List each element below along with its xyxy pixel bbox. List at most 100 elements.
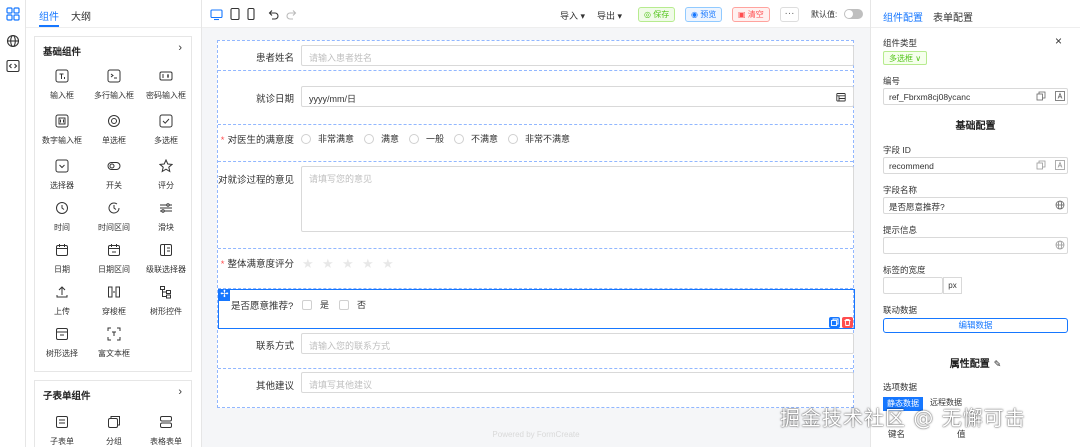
field-row-visit-date[interactable]: 就诊日期 yyyy/mm/日 [218,71,854,125]
more-button[interactable]: ··· [780,7,799,22]
field-label: 患者姓名 [255,53,294,64]
redo-icon[interactable] [286,7,298,21]
field-label: 联系方式 [255,341,294,352]
satisfaction-option[interactable]: 一般 [409,132,444,145]
rating-star[interactable]: ★ [342,256,354,272]
field-row-opinion[interactable]: 对就诊过程的意见 请填写您的意见 [218,162,854,249]
satisfaction-option[interactable]: 满意 [364,132,399,145]
field-row-satisfaction[interactable]: * 对医生的满意度 非常满意 满意 一般 不满意 非常不满意 [218,125,853,162]
undo-icon[interactable] [267,7,279,21]
components-grid-icon[interactable] [6,7,20,21]
rating-star[interactable]: ★ [382,256,394,272]
import-menu[interactable]: 导入 ▾ [560,9,585,22]
password-icon [159,71,173,81]
preview-icon: ◉ [691,10,701,19]
rating-star[interactable]: ★ [362,256,374,272]
field-row-contact[interactable]: 联系方式 请输入您的联系方式 [218,329,854,369]
component-cascader[interactable]: 级联选择器 [140,243,192,283]
globe-icon[interactable] [1055,200,1065,210]
recommend-option[interactable]: 否 [339,298,366,311]
tab-form-config[interactable]: 表单配置 [933,9,973,24]
calendar-icon[interactable] [836,92,846,102]
component-checkbox[interactable]: 多选框 [140,114,192,154]
font-icon[interactable] [1055,160,1065,170]
component-editor[interactable]: 富文本框 [88,327,140,367]
font-icon[interactable] [1055,91,1065,101]
component-type-tag[interactable]: 多选框 ∨ [883,51,928,65]
suggestion-input[interactable]: 请填写其他建议 [301,372,854,393]
copy-icon[interactable] [1036,160,1046,170]
drag-handle-icon[interactable]: ✢ [219,290,230,301]
powered-by-text: Powered by FormCreate [492,430,580,439]
component-group[interactable]: 分组 [88,415,140,447]
field-row-suggestion[interactable]: 其他建议 请填写其他建议 [218,369,854,408]
component-input[interactable]: 输入框 [36,69,88,109]
component-subform[interactable]: 子表单 [36,415,88,447]
satisfaction-option[interactable]: 不满意 [454,132,498,145]
chevron-right-icon[interactable]: › [178,42,182,54]
component-time[interactable]: 时间 [36,201,88,241]
code-icon[interactable] [6,59,20,73]
copy-icon[interactable] [1036,91,1046,101]
component-select[interactable]: 选择器 [36,159,88,199]
component-table-form[interactable]: 表格表单 [140,415,192,447]
copy-icon[interactable] [829,317,840,328]
config-panel: 组件配置 表单配置 组件类型 × 多选框 ∨ 编号 ref_Fbrxm8cj08… [870,0,1080,447]
component-radio[interactable]: 单选框 [88,114,140,154]
desktop-view-icon[interactable] [210,7,223,21]
export-menu[interactable]: 导出 ▾ [597,9,622,22]
delete-icon[interactable] [842,317,853,328]
component-textarea[interactable]: 多行输入框 [88,69,140,109]
hint-label: 提示信息 [883,225,918,235]
component-transfer[interactable]: 穿梭框 [88,285,140,325]
tab-outline[interactable]: 大纲 [71,8,91,23]
field-row-rating[interactable]: * 整体满意度评分 ★ ★ ★ ★ ★ [218,249,853,289]
rating-star[interactable]: ★ [322,256,334,272]
tablet-view-icon[interactable] [229,7,241,21]
field-row-recommend-selected[interactable]: ✢ 是否愿意推荐? 是 否 [218,289,855,329]
component-date-range[interactable]: 日期区间 [88,243,140,283]
save-button[interactable]: ◎ 保存 [638,7,676,22]
close-icon[interactable]: × [1055,34,1062,48]
tab-components[interactable]: 组件 [39,8,59,23]
tree-icon [160,286,171,299]
patient-name-input[interactable]: 请输入患者姓名 [301,45,854,66]
default-value-toggle[interactable] [844,9,863,19]
satisfaction-option[interactable]: 非常不满意 [508,132,570,145]
component-upload[interactable]: 上传 [36,285,88,325]
table-form-icon [160,416,172,428]
preview-button[interactable]: ◉ 预览 [685,7,723,22]
component-number[interactable]: 数字输入框 [36,114,88,154]
field-name-input[interactable]: 是否愿意推荐? [883,197,1068,214]
globe-icon[interactable] [1055,240,1065,250]
component-tree[interactable]: 树形控件 [140,285,192,325]
clear-button[interactable]: ▣ 清空 [732,7,770,22]
component-tree-select[interactable]: 树形选择 [36,327,88,367]
component-password[interactable]: 密码输入框 [140,69,192,109]
chevron-right-icon[interactable]: › [178,386,182,398]
component-date[interactable]: 日期 [36,243,88,283]
tab-component-config[interactable]: 组件配置 [883,9,923,24]
recommend-option[interactable]: 是 [302,298,329,311]
component-time-range[interactable]: 时间区间 [88,201,140,241]
opinion-textarea[interactable]: 请填写您的意见 [301,166,854,232]
mobile-view-icon[interactable] [245,7,257,21]
rating-star[interactable]: ★ [302,256,314,272]
hint-input[interactable] [883,237,1068,254]
visit-date-input[interactable]: yyyy/mm/日 [301,86,854,107]
field-row-patient-name[interactable]: 患者姓名 请输入患者姓名 [218,41,854,71]
checkbox-icon [159,114,173,128]
satisfaction-option[interactable]: 非常满意 [301,132,354,145]
globe-icon[interactable] [6,34,20,48]
edit-data-button[interactable]: 编辑数据 [883,318,1068,333]
component-slider[interactable]: 滑块 [140,201,192,241]
icon-rail [0,0,26,447]
clock-icon [56,202,68,214]
component-switch[interactable]: 开关 [88,159,140,199]
edit-icon[interactable]: ✎ [994,359,1002,369]
field-label: 就诊日期 [255,94,294,105]
label-width-input[interactable] [883,277,943,294]
contact-input[interactable]: 请输入您的联系方式 [301,333,854,354]
tab-divider [871,27,1080,28]
component-rate[interactable]: 评分 [140,159,192,199]
